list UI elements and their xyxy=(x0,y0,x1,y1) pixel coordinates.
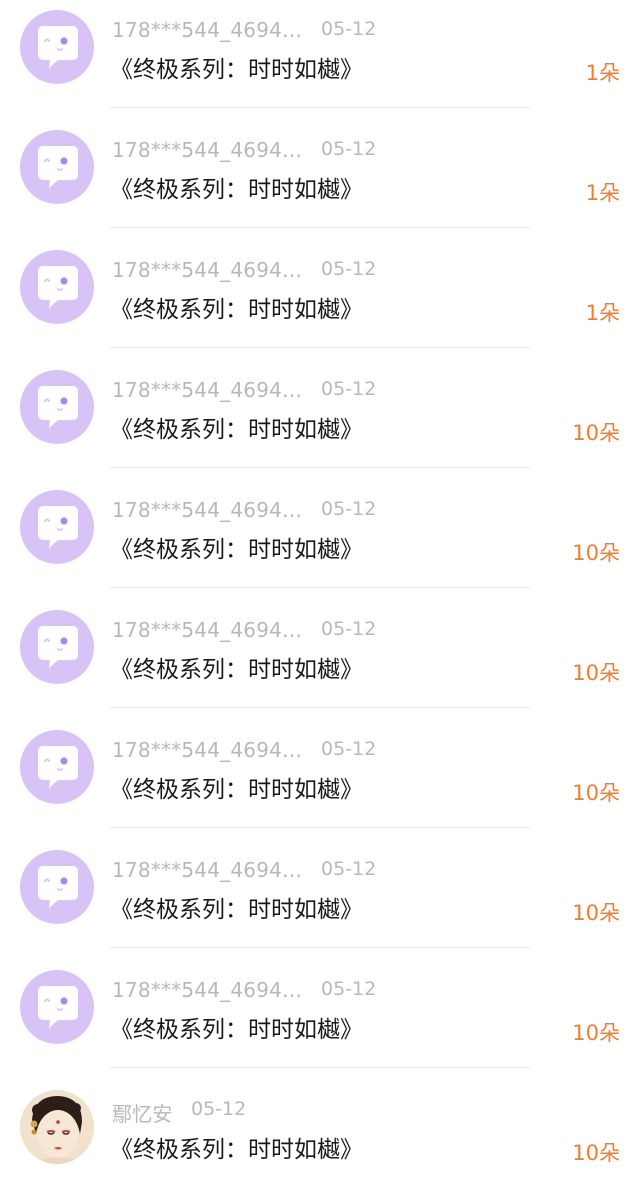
flower-amount: 1朵 xyxy=(585,301,620,325)
divider xyxy=(110,707,530,708)
divider xyxy=(110,1067,530,1068)
chat-bubble-avatar-icon[interactable] xyxy=(20,490,94,564)
divider xyxy=(110,587,530,588)
date: 05-12 xyxy=(191,1098,247,1120)
portrait-icon xyxy=(20,1090,94,1164)
book-title[interactable]: 《终极系列：时时如樾》 xyxy=(110,50,363,84)
book-title[interactable]: 《终极系列：时时如樾》 xyxy=(110,290,363,324)
date: 05-12 xyxy=(321,978,377,1000)
chat-bubble-avatar-icon[interactable] xyxy=(20,130,94,204)
user-name: 鄢忆安 xyxy=(112,1102,173,1126)
chat-bubble-icon xyxy=(38,986,78,1028)
divider xyxy=(110,347,530,348)
book-title[interactable]: 《终极系列：时时如樾》 xyxy=(110,1130,363,1164)
date: 05-12 xyxy=(321,618,377,640)
gift-record-list: 178***544_4694… 05-12 《终极系列：时时如樾》 1朵 178… xyxy=(0,0,640,1186)
flower-amount: 10朵 xyxy=(572,541,620,565)
user-name: 178***544_4694… xyxy=(112,498,303,522)
list-item[interactable]: 178***544_4694… 05-12 《终极系列：时时如樾》 10朵 xyxy=(0,840,640,960)
divider xyxy=(110,227,530,228)
list-item[interactable]: 178***544_4694… 05-12 《终极系列：时时如樾》 10朵 xyxy=(0,360,640,480)
date: 05-12 xyxy=(321,858,377,880)
book-title[interactable]: 《终极系列：时时如樾》 xyxy=(110,410,363,444)
user-name: 178***544_4694… xyxy=(112,978,303,1002)
list-item[interactable]: 178***544_4694… 05-12 《终极系列：时时如樾》 1朵 xyxy=(0,120,640,240)
list-item[interactable]: 178***544_4694… 05-12 《终极系列：时时如樾》 10朵 xyxy=(0,480,640,600)
chat-bubble-icon xyxy=(38,866,78,908)
chat-bubble-icon xyxy=(38,26,78,68)
date: 05-12 xyxy=(321,498,377,520)
user-name: 178***544_4694… xyxy=(112,858,303,882)
date: 05-12 xyxy=(321,138,377,160)
chat-bubble-avatar-icon[interactable] xyxy=(20,10,94,84)
flower-amount: 1朵 xyxy=(585,61,620,85)
date: 05-12 xyxy=(321,378,377,400)
user-name: 178***544_4694… xyxy=(112,138,303,162)
chat-bubble-avatar-icon[interactable] xyxy=(20,370,94,444)
divider xyxy=(110,827,530,828)
date: 05-12 xyxy=(321,258,377,280)
user-name: 178***544_4694… xyxy=(112,738,303,762)
book-title[interactable]: 《终极系列：时时如樾》 xyxy=(110,170,363,204)
chat-bubble-icon xyxy=(38,386,78,428)
chat-bubble-avatar-icon[interactable] xyxy=(20,970,94,1044)
list-item[interactable]: 178***544_4694… 05-12 《终极系列：时时如樾》 1朵 xyxy=(0,240,640,360)
flower-amount: 10朵 xyxy=(572,1141,620,1165)
list-item[interactable]: 178***544_4694… 05-12 《终极系列：时时如樾》 10朵 xyxy=(0,720,640,840)
chat-bubble-icon xyxy=(38,746,78,788)
user-photo-avatar-icon[interactable] xyxy=(20,1090,94,1164)
divider xyxy=(110,107,530,108)
list-item[interactable]: 178***544_4694… 05-12 《终极系列：时时如樾》 10朵 xyxy=(0,960,640,1080)
list-item[interactable]: 鄢忆安 05-12 《终极系列：时时如樾》 10朵 xyxy=(0,1080,640,1186)
book-title[interactable]: 《终极系列：时时如樾》 xyxy=(110,890,363,924)
flower-amount: 10朵 xyxy=(572,781,620,805)
list-item[interactable]: 178***544_4694… 05-12 《终极系列：时时如樾》 1朵 xyxy=(0,0,640,120)
flower-amount: 10朵 xyxy=(572,421,620,445)
list-item[interactable]: 178***544_4694… 05-12 《终极系列：时时如樾》 10朵 xyxy=(0,600,640,720)
flower-amount: 1朵 xyxy=(585,181,620,205)
flower-amount: 10朵 xyxy=(572,901,620,925)
chat-bubble-icon xyxy=(38,146,78,188)
flower-amount: 10朵 xyxy=(572,661,620,685)
chat-bubble-icon xyxy=(38,626,78,668)
chat-bubble-avatar-icon[interactable] xyxy=(20,850,94,924)
user-name: 178***544_4694… xyxy=(112,18,303,42)
book-title[interactable]: 《终极系列：时时如樾》 xyxy=(110,770,363,804)
date: 05-12 xyxy=(321,738,377,760)
chat-bubble-avatar-icon[interactable] xyxy=(20,610,94,684)
chat-bubble-icon xyxy=(38,266,78,308)
chat-bubble-avatar-icon[interactable] xyxy=(20,250,94,324)
book-title[interactable]: 《终极系列：时时如樾》 xyxy=(110,530,363,564)
user-name: 178***544_4694… xyxy=(112,378,303,402)
divider xyxy=(110,947,530,948)
user-name: 178***544_4694… xyxy=(112,618,303,642)
book-title[interactable]: 《终极系列：时时如樾》 xyxy=(110,650,363,684)
divider xyxy=(110,467,530,468)
user-name: 178***544_4694… xyxy=(112,258,303,282)
chat-bubble-icon xyxy=(38,506,78,548)
book-title[interactable]: 《终极系列：时时如樾》 xyxy=(110,1010,363,1044)
flower-amount: 10朵 xyxy=(572,1021,620,1045)
date: 05-12 xyxy=(321,18,377,40)
chat-bubble-avatar-icon[interactable] xyxy=(20,730,94,804)
